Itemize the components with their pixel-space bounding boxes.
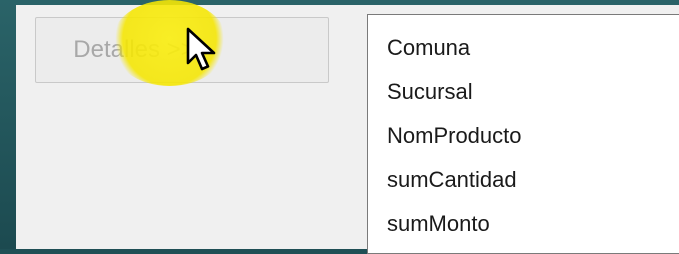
details-button[interactable]: Detalles >> (35, 17, 329, 83)
list-item-sumcantidad[interactable]: sumCantidad (387, 165, 517, 195)
fields-listbox[interactable]: Comuna Sucursal NomProducto sumCantidad … (367, 14, 679, 254)
list-item-summonto[interactable]: sumMonto (387, 209, 490, 239)
list-item-nomproducto[interactable]: NomProducto (387, 121, 522, 151)
window-frame-left (0, 0, 16, 249)
dialog-panel: Detalles >> Comuna Sucursal NomProducto … (16, 5, 679, 254)
list-item-comuna[interactable]: Comuna (387, 33, 470, 63)
details-button-label: Detalles >> (73, 36, 195, 63)
list-item-sucursal[interactable]: Sucursal (387, 77, 473, 107)
